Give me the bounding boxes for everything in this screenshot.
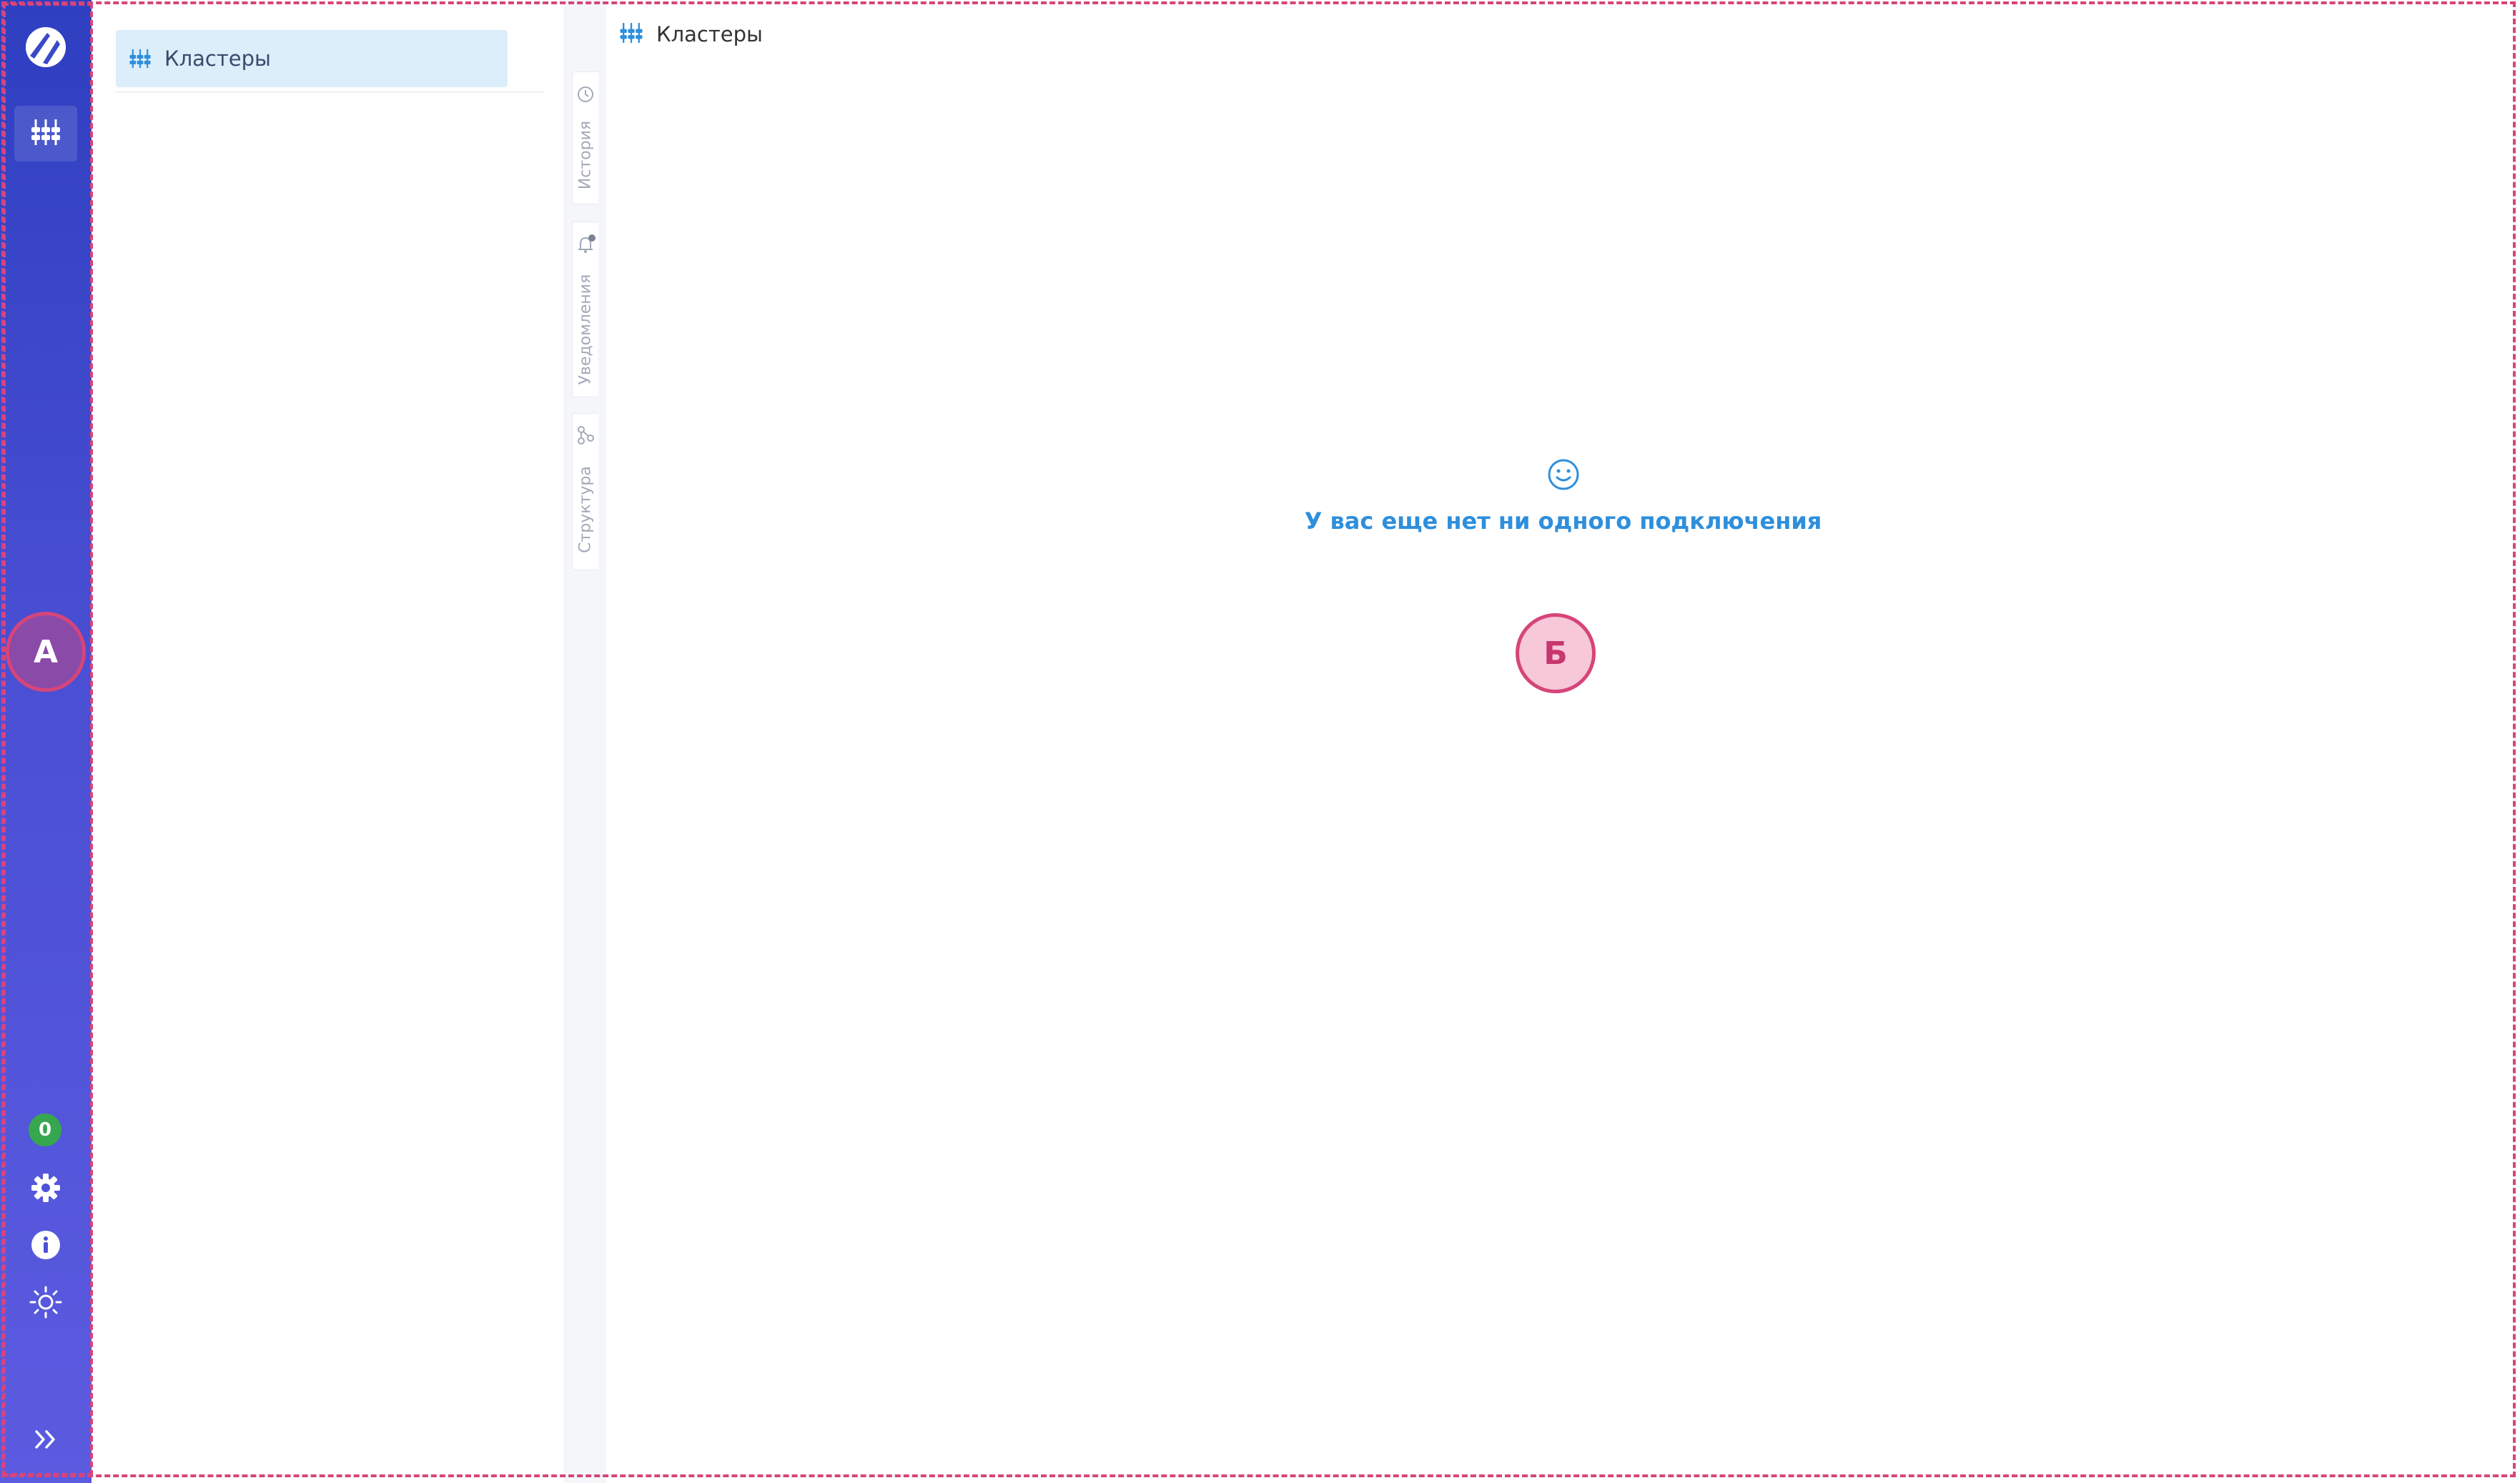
tab-history-label: История xyxy=(576,120,595,190)
clusters-icon xyxy=(619,21,643,47)
tab-structure[interactable]: Структура xyxy=(572,413,598,570)
clusters-icon xyxy=(129,48,152,69)
left-rail: 0 xyxy=(0,0,92,1483)
tab-history[interactable]: История xyxy=(572,71,598,204)
bell-icon xyxy=(575,234,597,258)
double-chevron-right-icon xyxy=(34,1429,58,1453)
sidebar-item-label: Кластеры xyxy=(164,46,271,71)
theme-toggle-button[interactable] xyxy=(29,1286,63,1321)
annotation-marker-b: Б xyxy=(1516,613,1596,693)
rail-clusters-button[interactable] xyxy=(14,106,77,162)
smiley-icon xyxy=(1546,459,1581,495)
structure-icon xyxy=(576,425,595,448)
annotation-marker-a: А xyxy=(6,612,86,692)
tab-structure-label: Структура xyxy=(576,466,595,553)
vertical-tabs: История Уведомления Структура xyxy=(563,0,606,1483)
breadcrumb: Кластеры xyxy=(619,21,763,47)
history-icon xyxy=(576,85,595,106)
main-content: Кластеры У вас еще нет ни одного подключ… xyxy=(606,0,2520,1483)
status-badge[interactable]: 0 xyxy=(29,1114,61,1146)
clusters-icon xyxy=(30,118,61,149)
divider xyxy=(116,91,543,93)
gear-icon xyxy=(30,1172,61,1206)
page-title: Кластеры xyxy=(656,22,763,46)
empty-state-message: У вас еще нет ни одного подключения xyxy=(1304,507,1822,535)
empty-state: У вас еще нет ни одного подключения xyxy=(606,457,2520,535)
sun-icon xyxy=(29,1286,62,1321)
info-icon xyxy=(31,1230,61,1263)
sidebar-item-clusters[interactable]: Кластеры xyxy=(116,30,508,87)
expand-rail-button[interactable] xyxy=(29,1424,63,1458)
tab-notifications-label: Уведомления xyxy=(576,274,595,385)
settings-button[interactable] xyxy=(29,1172,63,1206)
sidebar: Кластеры xyxy=(92,0,563,1483)
logo-icon[interactable] xyxy=(26,27,66,67)
tab-notifications[interactable]: Уведомления xyxy=(572,222,598,397)
info-button[interactable] xyxy=(29,1229,63,1264)
